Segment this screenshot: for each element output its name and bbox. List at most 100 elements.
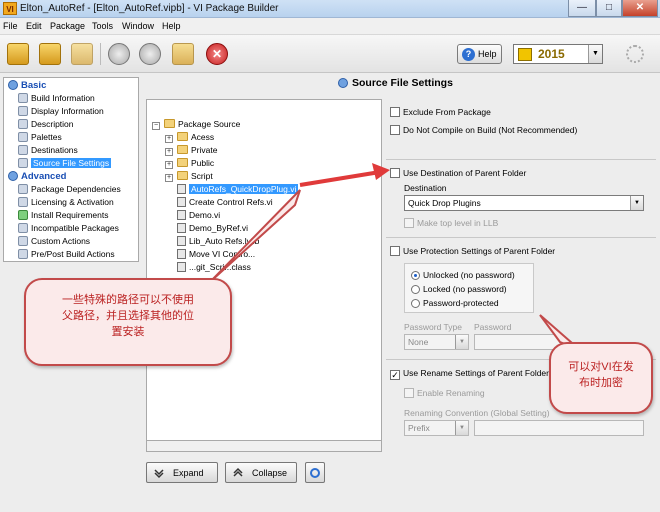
expand-icon[interactable]: + — [165, 148, 173, 156]
radio-dot[interactable] — [411, 299, 420, 308]
chevron-down-icon[interactable]: ▼ — [630, 196, 643, 210]
folder-icon — [177, 158, 188, 167]
collapse-button[interactable]: Collapse — [225, 462, 297, 483]
labview-logo-icon — [518, 48, 532, 61]
collapse-icon[interactable]: − — [152, 122, 160, 130]
chevron-down-icon[interactable]: ▼ — [455, 421, 468, 435]
toolbar: ✕ ? Help 2015 ▼ — [0, 35, 660, 73]
nav-item-palettes[interactable]: Palettes — [18, 132, 62, 145]
radio-unlocked[interactable]: Unlocked (no password) — [411, 270, 515, 280]
renaming-text-field[interactable] — [474, 420, 644, 436]
expand-icon[interactable]: + — [165, 135, 173, 143]
busy-spinner-icon — [626, 45, 644, 63]
expand-icon[interactable]: + — [165, 161, 173, 169]
nav-item-incompatible-packages[interactable]: Incompatible Packages — [18, 223, 119, 236]
nav-item-install-requirements[interactable]: Install Requirements — [18, 210, 108, 223]
nav-item-licensing-activation[interactable]: Licensing & Activation — [18, 197, 114, 210]
checkbox-box[interactable]: ✓ — [390, 370, 400, 380]
vi-file-icon — [177, 197, 186, 207]
radio-dot[interactable] — [411, 271, 420, 280]
nav-item-build-information[interactable]: Build Information — [18, 93, 95, 106]
save-package-icon[interactable] — [71, 43, 93, 65]
tree-item-acess[interactable]: + Acess — [165, 132, 214, 145]
expand-icon[interactable]: + — [165, 174, 173, 182]
radio-password-protected[interactable]: Password-protected — [411, 298, 499, 308]
do-not-compile-checkbox[interactable]: Do Not Compile on Build (Not Recommended… — [390, 125, 577, 135]
chevron-down-icon[interactable]: ▼ — [455, 335, 468, 349]
menu-tools[interactable]: Tools — [92, 21, 113, 31]
menu-edit[interactable]: Edit — [26, 21, 42, 31]
menu-help[interactable]: Help — [162, 21, 181, 31]
nav-item-pre-post-build-actions[interactable]: Pre/Post Build Actions — [18, 249, 115, 262]
tree-horizontal-scrollbar[interactable] — [146, 440, 382, 452]
enable-renaming-checkbox[interactable]: Enable Renaming — [404, 388, 485, 398]
checkbox-box[interactable] — [390, 107, 400, 117]
tree-item-demo[interactable]: Demo.vi — [177, 210, 220, 223]
labview-version-select[interactable]: 2015 ▼ — [513, 44, 603, 64]
section-title-label: Source File Settings — [352, 77, 453, 89]
nav-item-description[interactable]: Description — [18, 119, 74, 132]
checkbox-box[interactable] — [404, 388, 414, 398]
preview-icon[interactable] — [139, 43, 161, 65]
open-package-icon[interactable] — [39, 43, 61, 65]
use-destination-parent-checkbox[interactable]: Use Destination of Parent Folder — [390, 168, 526, 178]
use-protection-parent-checkbox[interactable]: Use Protection Settings of Parent Folder — [390, 246, 555, 256]
destination-select[interactable]: Quick Drop Plugins ▼ — [404, 195, 644, 211]
collapse-label: Collapse — [252, 468, 288, 478]
password-type-select[interactable]: None ▼ — [404, 334, 469, 350]
tree-item-label: Demo_ByRef.vi — [189, 223, 249, 233]
password-field[interactable] — [474, 334, 562, 350]
help-button[interactable]: ? Help — [457, 44, 502, 64]
menu-window[interactable]: Window — [122, 21, 154, 31]
close-button[interactable]: ✕ — [622, 0, 658, 17]
tree-item-lib-auto-refs[interactable]: Lib_Auto Refs.lvlib — [177, 236, 259, 249]
folder-icon — [177, 145, 188, 154]
checkbox-box[interactable] — [390, 168, 400, 178]
nav-item-source-file-settings[interactable]: Source File Settings — [18, 158, 112, 171]
nav-item-display-information[interactable]: Display Information — [18, 106, 104, 119]
menu-bar: File Edit Package Tools Window Help — [0, 18, 660, 35]
radio-dot[interactable] — [411, 285, 420, 294]
make-top-level-checkbox[interactable]: Make top level in LLB — [404, 218, 498, 228]
library-file-icon — [177, 236, 186, 246]
nav-item-custom-actions[interactable]: Custom Actions — [18, 236, 90, 249]
nav-item-label: Package Dependencies — [31, 184, 121, 194]
tree-item-private[interactable]: + Private — [165, 145, 217, 158]
radio-locked[interactable]: Locked (no password) — [411, 284, 507, 294]
tree-item-create-control-refs[interactable]: Create Control Refs.vi — [177, 197, 273, 210]
open-output-icon[interactable] — [172, 43, 194, 65]
maximize-button[interactable]: □ — [596, 0, 622, 17]
minimize-button[interactable]: — — [568, 0, 596, 17]
checkbox-box[interactable] — [390, 125, 400, 135]
refresh-icon — [309, 467, 321, 479]
expand-button[interactable]: Expand — [146, 462, 218, 483]
refresh-button[interactable] — [305, 462, 325, 483]
menu-file[interactable]: File — [3, 21, 18, 31]
password-type-value: None — [408, 337, 429, 347]
stop-icon[interactable]: ✕ — [206, 43, 228, 65]
nav-item-label: Palettes — [31, 132, 62, 142]
checkbox-box[interactable] — [404, 218, 414, 228]
nav-item-destinations[interactable]: Destinations — [18, 145, 78, 158]
new-package-icon[interactable] — [7, 43, 29, 65]
tree-item-autorefs-quickdropplug[interactable]: AutoRefs_QuickDropPlug.vi — [177, 184, 299, 197]
tree-item-script[interactable]: + Script — [165, 171, 213, 184]
build-icon[interactable] — [108, 43, 130, 65]
display-info-icon — [18, 106, 28, 116]
package-source-tree[interactable]: − Package Source + Acess + Private + Public … — [146, 99, 382, 452]
use-rename-parent-checkbox[interactable]: ✓ Use Rename Settings of Parent Folder — [390, 368, 549, 380]
tree-item-public[interactable]: + Public — [165, 158, 214, 171]
menu-package[interactable]: Package — [50, 21, 85, 31]
exclude-from-package-checkbox[interactable]: Exclude From Package — [390, 107, 491, 117]
nav-item-package-dependencies[interactable]: Package Dependencies — [18, 184, 121, 197]
nav-section-advanced[interactable]: Advanced — [8, 171, 66, 184]
nav-section-basic[interactable]: Basic — [8, 80, 46, 93]
chevron-down-icon[interactable]: ▼ — [588, 45, 602, 63]
renaming-convention-select[interactable]: Prefix ▼ — [404, 420, 469, 436]
tree-root[interactable]: − Package Source — [152, 119, 240, 132]
protection-radio-group: Unlocked (no password) Locked (no passwo… — [404, 263, 534, 313]
checkbox-box[interactable] — [390, 246, 400, 256]
tree-item-git-script-class[interactable]: ...git_Scri...class — [177, 262, 251, 275]
tree-item-move-vi-control[interactable]: Move VI Contro... — [177, 249, 255, 262]
tree-item-demo-byref[interactable]: Demo_ByRef.vi — [177, 223, 248, 236]
